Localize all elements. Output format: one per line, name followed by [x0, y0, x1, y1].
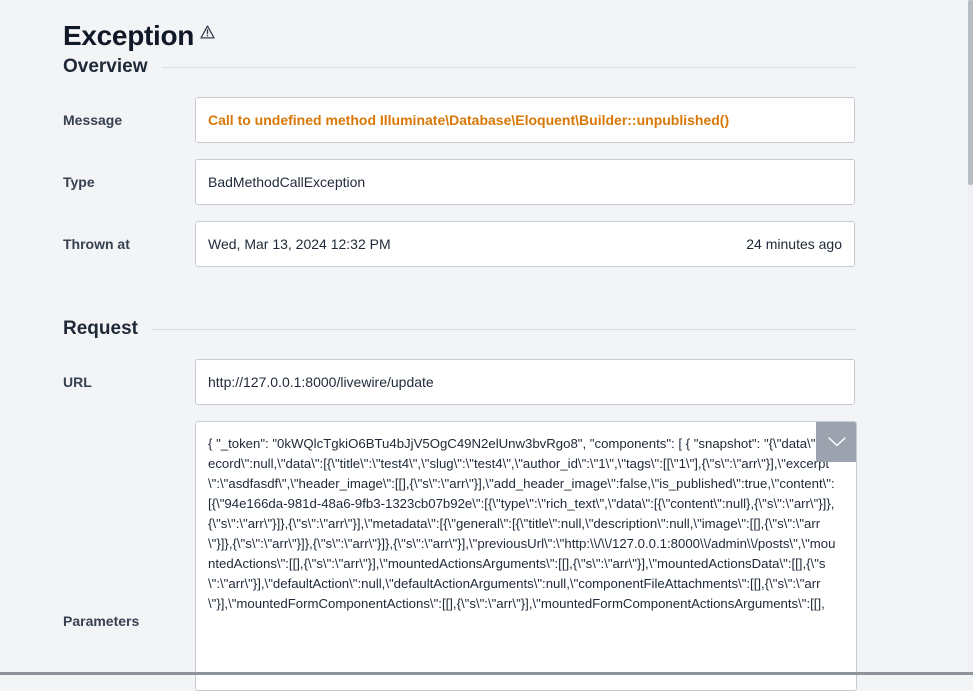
overview-heading: Overview: [63, 56, 148, 77]
parameters-label: Parameters: [63, 613, 140, 629]
thrown-at-relative: 24 minutes ago: [746, 236, 842, 252]
section-divider: [151, 328, 857, 330]
chevron-down-icon: [827, 436, 846, 446]
warning-triangle-icon: [200, 25, 216, 41]
url-field[interactable]: http://127.0.0.1:8000/livewire/update: [195, 359, 855, 405]
parameters-value: { "_token": "0kWQlcTgkiO6BTu4bJjV5OgC49N…: [208, 436, 837, 611]
message-label: Message: [63, 112, 123, 128]
type-value: BadMethodCallException: [208, 174, 366, 190]
thrown-at-value: Wed, Mar 13, 2024 12:32 PM: [208, 236, 391, 252]
request-section-header: Request: [63, 317, 857, 341]
thrown-at-label: Thrown at: [63, 236, 130, 252]
page-title: Exception: [63, 16, 216, 56]
section-divider: [161, 66, 857, 68]
overview-section-header: Overview: [63, 55, 857, 79]
page-title-text: Exception: [63, 20, 195, 51]
expand-parameters-button[interactable]: [816, 422, 856, 462]
scrollbar-thumb[interactable]: [968, 0, 973, 185]
message-field[interactable]: Call to undefined method Illuminate\Data…: [195, 97, 855, 143]
message-value: Call to undefined method Illuminate\Data…: [208, 112, 730, 128]
thrown-at-field[interactable]: Wed, Mar 13, 2024 12:32 PM 24 minutes ag…: [195, 221, 855, 267]
url-label: URL: [63, 374, 92, 390]
type-label: Type: [63, 174, 95, 190]
parameters-field[interactable]: { "_token": "0kWQlcTgkiO6BTu4bJjV5OgC49N…: [195, 421, 857, 691]
page-scrollbar[interactable]: [968, 0, 973, 675]
type-field[interactable]: BadMethodCallException: [195, 159, 855, 205]
request-heading: Request: [63, 318, 138, 339]
url-value: http://127.0.0.1:8000/livewire/update: [208, 374, 434, 390]
